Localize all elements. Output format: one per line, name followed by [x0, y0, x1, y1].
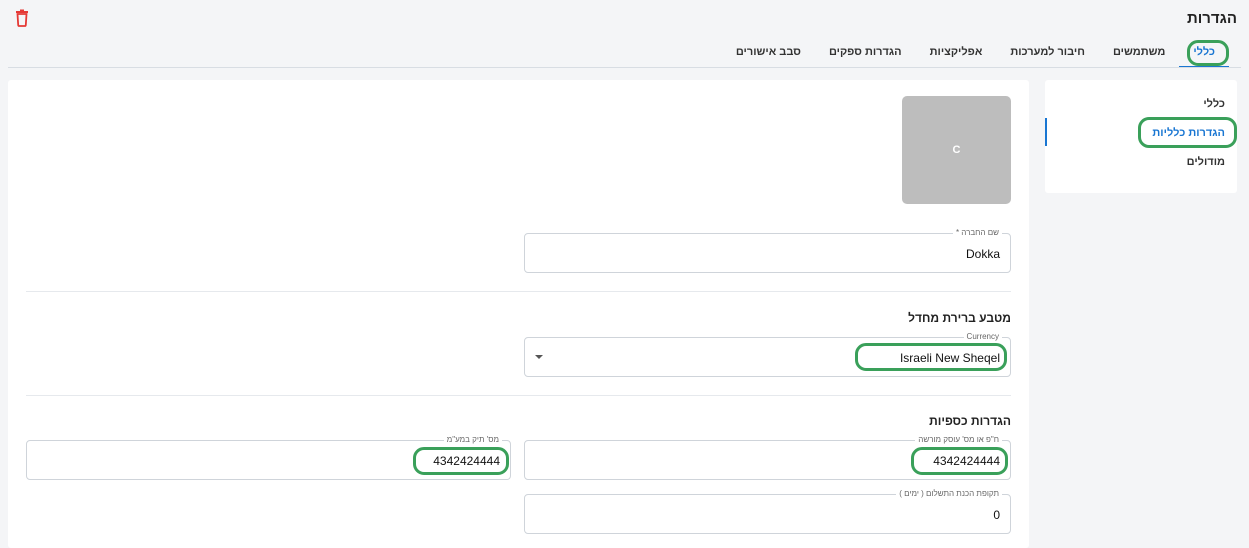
currency-select[interactable]: Currency Israeli New Sheqel — [524, 332, 1011, 377]
tab-approval-flow[interactable]: סבב אישורים — [722, 40, 815, 68]
settings-page: הגדרות כללי משתמשים חיבור למערכות אפליקצ… — [0, 0, 1249, 548]
section-divider — [26, 291, 1011, 292]
general-settings-panel: C שם החברה * Dokka מטבע ברירת מחדל Curre… — [8, 80, 1029, 548]
payment-terms-field[interactable]: תקופת הכנת התשלום ( ימים ) 0 — [524, 489, 1011, 534]
payment-terms-value[interactable]: 0 — [993, 508, 1000, 522]
company-name-value[interactable]: Dokka — [966, 247, 1000, 261]
sidebar-active-indicator — [1045, 118, 1047, 146]
tax-id-label: ח"פ או מס' עוסק מורשה — [915, 435, 1002, 445]
finance-section-title: הגדרות כספיות — [929, 414, 1011, 428]
currency-value[interactable]: Israeli New Sheqel — [900, 351, 1000, 365]
currency-section-title: מטבע ברירת מחדל — [908, 311, 1011, 325]
page-title: הגדרות — [1187, 10, 1237, 27]
section-divider — [26, 395, 1011, 396]
sidebar-item-modules[interactable]: מודולים — [1187, 156, 1225, 168]
tab-vendor-settings[interactable]: הגדרות ספקים — [815, 40, 916, 68]
payment-terms-label: תקופת הכנת התשלום ( ימים ) — [896, 489, 1002, 499]
vat-file-value[interactable]: 4342424444 — [433, 454, 500, 468]
settings-tabs: כללי משתמשים חיבור למערכות אפליקציות הגד… — [722, 40, 1229, 68]
company-name-field[interactable]: שם החברה * Dokka — [524, 228, 1011, 273]
tax-id-field[interactable]: ח"פ או מס' עוסק מורשה 4342424444 — [524, 435, 1011, 480]
tab-users[interactable]: משתמשים — [1099, 40, 1179, 68]
company-name-label: שם החברה * — [952, 228, 1002, 238]
sidebar-item-general[interactable]: כללי — [1203, 98, 1225, 110]
vat-file-field[interactable]: מס' תיק במע"מ 4342424444 — [26, 435, 511, 480]
caret-down-icon[interactable] — [535, 355, 543, 359]
vat-file-label: מס' תיק במע"מ — [443, 435, 502, 445]
tab-integrations[interactable]: חיבור למערכות — [996, 40, 1099, 68]
sidebar-item-general-settings[interactable]: הגדרות כלליות — [1152, 127, 1225, 139]
settings-sidebar: כללי הגדרות כלליות מודולים — [1045, 80, 1237, 193]
company-logo[interactable]: C — [902, 96, 1011, 204]
tab-apps[interactable]: אפליקציות — [916, 40, 997, 68]
currency-label: Currency — [963, 332, 1002, 342]
tab-general[interactable]: כללי — [1179, 40, 1229, 68]
tax-id-value[interactable]: 4342424444 — [933, 454, 1000, 468]
trash-icon[interactable] — [14, 9, 30, 27]
tabs-divider — [8, 67, 1241, 68]
